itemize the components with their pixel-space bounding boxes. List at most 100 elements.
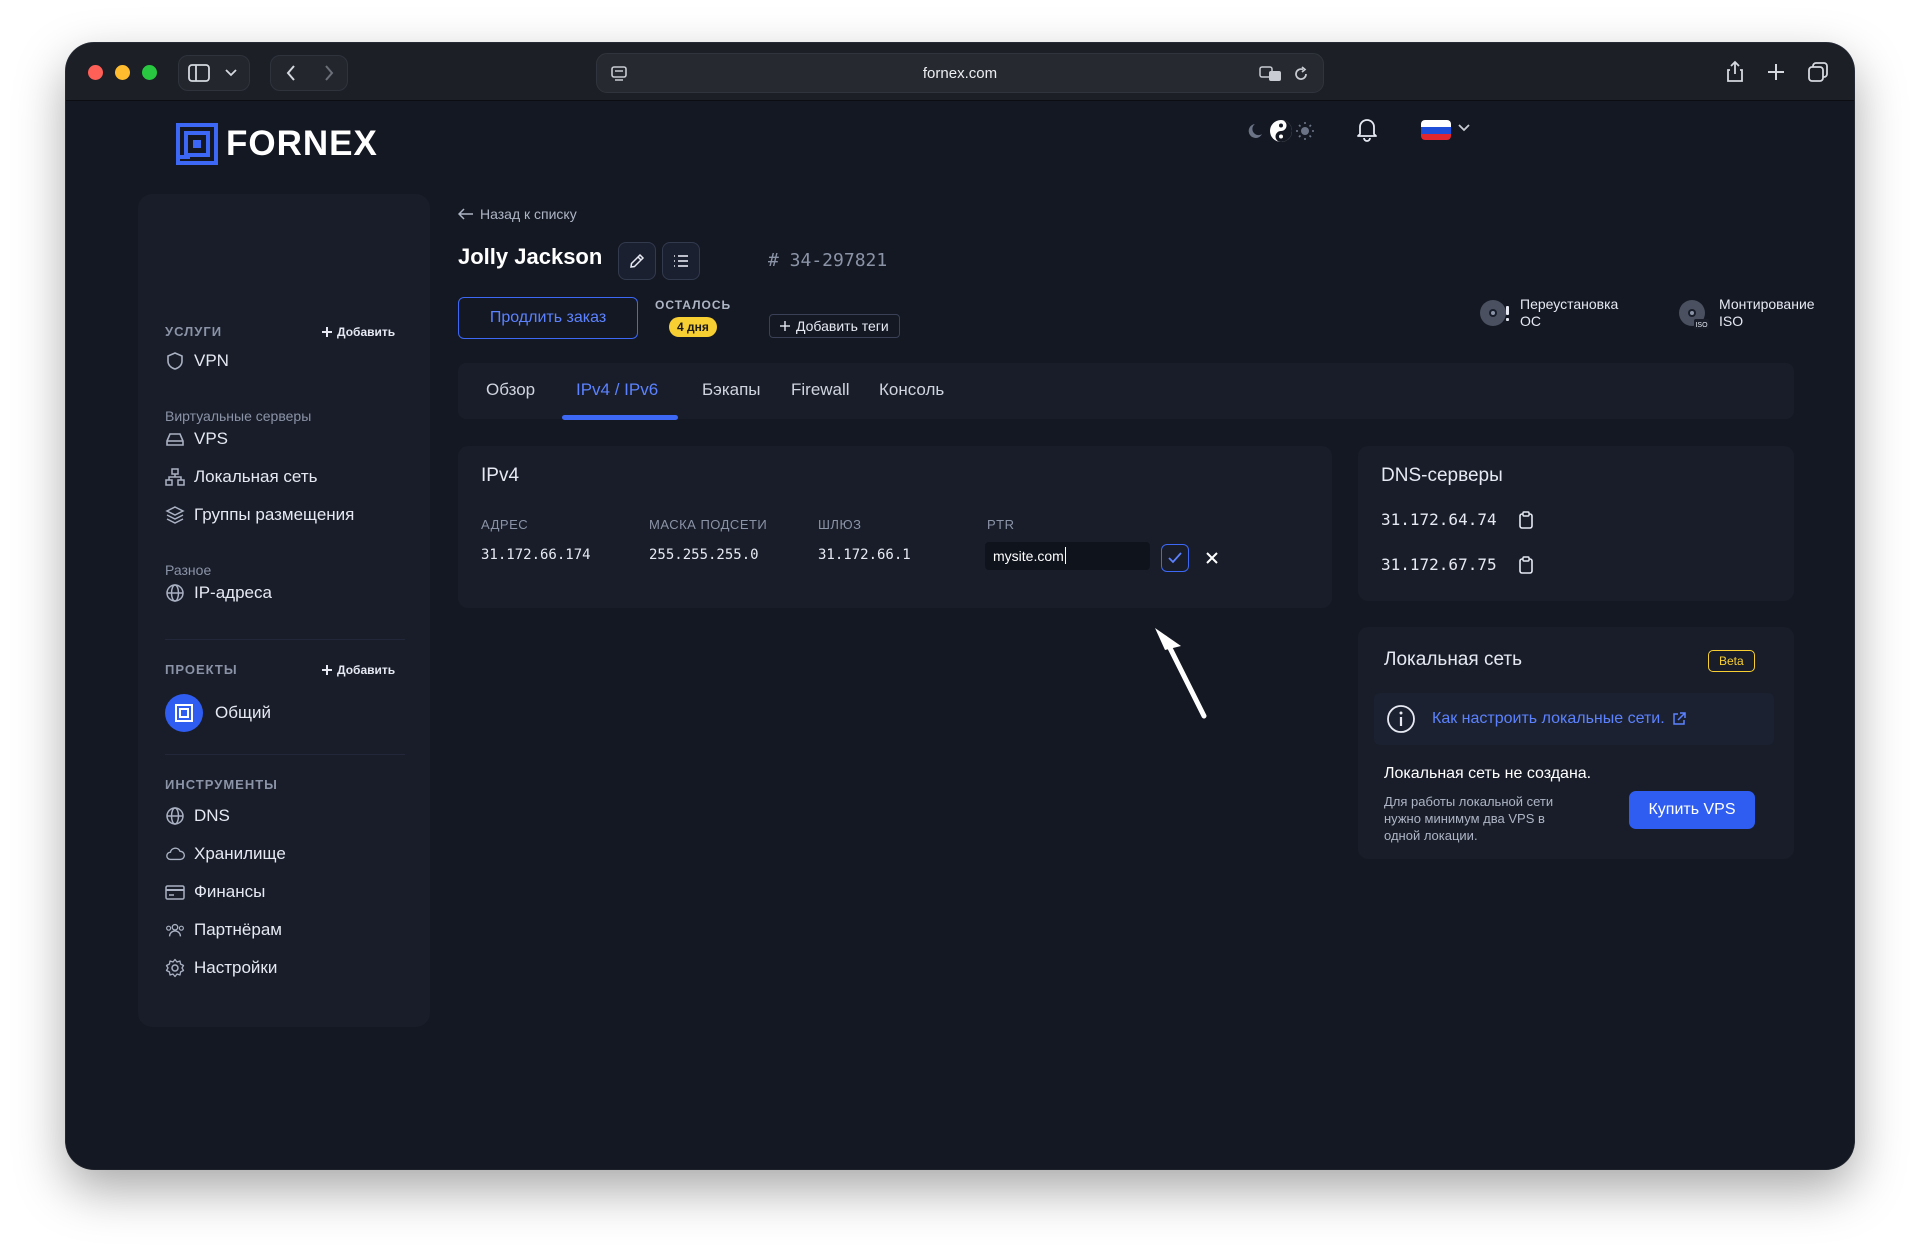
arrow-left-icon	[458, 208, 473, 220]
dns-server-row: 31.172.67.75	[1381, 555, 1535, 574]
mount-iso-label: Монтирование ISO	[1719, 296, 1815, 329]
language-flag-icon[interactable]	[1419, 119, 1453, 141]
svg-text:ISO: ISO	[1695, 322, 1708, 329]
mouse-pointer-icon	[1155, 628, 1207, 719]
sidebar-item-label: VPS	[194, 429, 229, 448]
tab-backups[interactable]: Бэкапы	[702, 380, 761, 400]
sidebar-item-partners[interactable]: Партнёрам	[165, 920, 282, 940]
info-icon	[1387, 705, 1415, 733]
sidebar-item-label: DNS	[194, 806, 230, 825]
local-network-help: Как настроить локальные сети.	[1374, 693, 1774, 745]
sidebar-item-settings[interactable]: Настройки	[165, 958, 277, 978]
minimize-window-button[interactable]	[115, 65, 130, 80]
reload-icon[interactable]	[1291, 64, 1311, 84]
tab-overview[interactable]: Обзор	[486, 380, 535, 400]
plus-icon	[780, 321, 790, 331]
history-nav-group	[270, 55, 348, 91]
add-project-label: Добавить	[337, 663, 396, 677]
disc-iso-icon: ISO	[1679, 300, 1709, 329]
close-window-button[interactable]	[88, 65, 103, 80]
sidebar-item-label: Хранилище	[194, 844, 286, 863]
layers-icon	[165, 505, 185, 525]
clipboard-icon[interactable]	[1517, 555, 1535, 574]
ptr-input[interactable]: mysite.com	[985, 542, 1150, 570]
local-network-card: Локальная сеть Beta Как настроить локаль…	[1358, 627, 1794, 859]
sidebar-item-project-common[interactable]: Общий	[165, 694, 271, 732]
services-title: УСЛУГИ	[165, 324, 223, 339]
sidebar-item-dns[interactable]: DNS	[165, 806, 230, 826]
subnet-mask-value: 255.255.255.0	[649, 547, 759, 563]
sidebar-item-label: Группы размещения	[194, 505, 355, 524]
edit-name-button[interactable]	[618, 242, 656, 280]
maximize-window-button[interactable]	[142, 65, 157, 80]
back-arrow-icon[interactable]	[271, 56, 311, 90]
share-icon[interactable]	[1722, 59, 1748, 85]
fornex-logo-icon	[176, 123, 218, 165]
ptr-confirm-button[interactable]	[1161, 544, 1189, 572]
local-network-title: Локальная сеть	[1384, 649, 1522, 670]
misc-subtitle: Разное	[165, 562, 212, 578]
close-icon	[1206, 552, 1218, 564]
sidebar-item-label: Партнёрам	[194, 920, 282, 939]
ptr-cancel-button[interactable]	[1200, 546, 1224, 570]
forward-arrow-icon[interactable]	[309, 56, 349, 90]
translate-icon[interactable]	[1259, 64, 1283, 84]
dns-servers-card: DNS-серверы 31.172.64.74 31.172.67.75	[1358, 446, 1794, 601]
url-text: fornex.com	[922, 65, 998, 82]
browser-window: fornex.com FORNEX УСЛУГИ Добавить VPN Ви…	[66, 43, 1854, 1169]
add-tags-label: Добавить теги	[796, 318, 889, 334]
buy-vps-button[interactable]: Купить VPS	[1629, 791, 1755, 829]
address-bar[interactable]: fornex.com	[596, 53, 1324, 93]
pencil-icon	[630, 253, 645, 268]
sidebar-item-ip-addresses[interactable]: IP-адреса	[165, 583, 272, 603]
clipboard-icon[interactable]	[1517, 510, 1535, 529]
reinstall-os-button[interactable]: Переустановка ОС	[1478, 296, 1618, 330]
add-service-button[interactable]: Добавить	[322, 325, 395, 339]
sidebar-item-vps[interactable]: VPS	[165, 429, 228, 449]
sidebar-item-local-network[interactable]: Локальная сеть	[165, 467, 317, 487]
ptr-input-value: mysite.com	[993, 547, 1066, 564]
back-to-list-link[interactable]: Назад к списку	[458, 206, 577, 222]
plus-icon	[322, 327, 332, 337]
local-network-status: Локальная сеть не создана.	[1384, 765, 1592, 782]
theme-toggle[interactable]	[1241, 115, 1321, 147]
gateway-value: 31.172.66.1	[818, 547, 911, 563]
tab-console[interactable]: Консоль	[879, 380, 944, 400]
dns-server-ip: 31.172.67.75	[1381, 555, 1497, 574]
tab-overview-icon[interactable]	[1805, 59, 1831, 85]
globe-icon	[165, 583, 185, 603]
details-list-button[interactable]	[662, 242, 700, 280]
local-network-help-link[interactable]: Как настроить локальные сети.	[1432, 710, 1687, 728]
disc-icon	[1480, 300, 1509, 326]
virtual-servers-subtitle: Виртуальные серверы	[165, 408, 312, 424]
order-number: # 34-297821	[768, 250, 888, 271]
new-tab-icon[interactable]	[1763, 59, 1789, 85]
add-project-button[interactable]: Добавить	[322, 663, 395, 677]
cloud-icon	[165, 844, 185, 864]
sidebar-item-storage[interactable]: Хранилище	[165, 844, 286, 864]
chevron-down-icon[interactable]	[213, 56, 249, 90]
external-link-icon	[1672, 712, 1686, 725]
column-header-gateway: ШЛЮЗ	[818, 517, 862, 532]
sidebar-item-label: Финансы	[194, 882, 266, 901]
sidebar-item-placement-groups[interactable]: Группы размещения	[165, 505, 354, 525]
sidebar-item-finances[interactable]: Финансы	[165, 882, 265, 902]
fornex-logo[interactable]: FORNEX	[176, 123, 378, 165]
sidebar: УСЛУГИ Добавить VPN Виртуальные серверы …	[138, 194, 430, 1027]
local-network-description: Для работы локальной сети нужно минимум …	[1384, 794, 1554, 843]
column-header-ptr: PTR	[987, 517, 1015, 532]
bell-icon[interactable]	[1353, 115, 1381, 143]
ip-address-value: 31.172.66.174	[481, 547, 591, 563]
chevron-down-icon[interactable]	[1457, 121, 1471, 135]
mount-iso-button[interactable]: ISO Монтирование ISO	[1677, 296, 1815, 330]
tab-ipv4-ipv6[interactable]: IPv4 / IPv6	[576, 380, 658, 400]
sidebar-item-vpn[interactable]: VPN	[165, 351, 229, 371]
ipv4-card: IPv4 АДРЕС МАСКА ПОДСЕТИ ШЛЮЗ PTR 31.172…	[458, 446, 1332, 608]
back-link-label: Назад к списку	[480, 206, 577, 222]
moon-icon	[1248, 124, 1262, 138]
renew-order-button[interactable]: Продлить заказ	[458, 297, 638, 339]
dns-server-ip: 31.172.64.74	[1381, 510, 1497, 529]
column-header-address: АДРЕС	[481, 517, 529, 532]
tab-firewall[interactable]: Firewall	[791, 380, 850, 400]
add-tags-button[interactable]: Добавить теги	[769, 314, 900, 338]
